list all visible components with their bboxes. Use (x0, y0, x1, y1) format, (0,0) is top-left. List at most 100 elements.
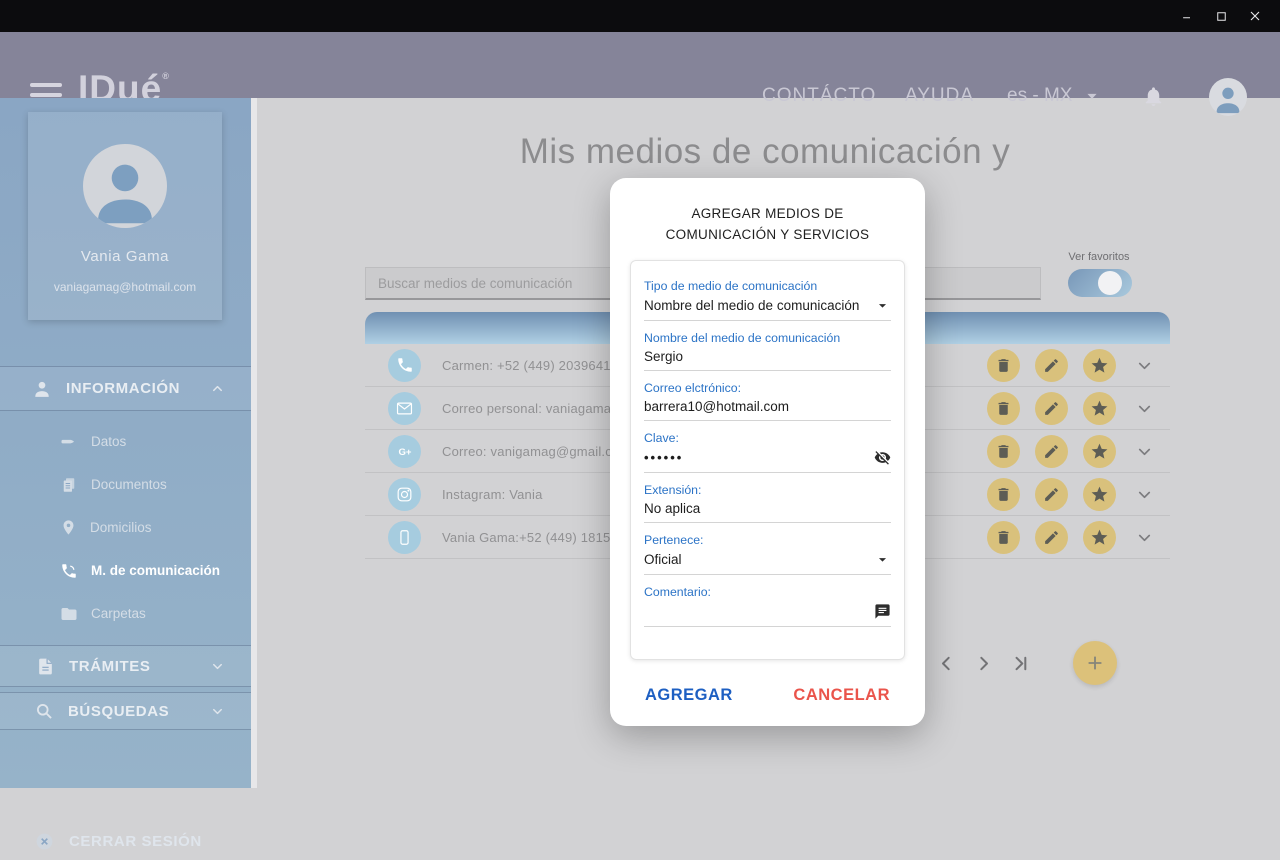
chevron-down-icon (210, 659, 225, 674)
sidebar-item-m-de-comunicaci-n[interactable]: M. de comunicación (0, 549, 251, 592)
sidebar-section-tramites[interactable]: TRÁMITES (0, 645, 251, 687)
form-field: Clave: •••••• (644, 421, 891, 473)
sidebar-item-label: Documentos (91, 477, 167, 492)
last-page-icon[interactable] (1008, 650, 1032, 676)
section-label: INFORMACIÓN (66, 380, 180, 397)
phone-icon (388, 349, 421, 382)
delete-button[interactable] (987, 349, 1020, 382)
field-label: Pertenece: (644, 533, 891, 547)
sidebar: Vania Gama vaniagamag@hotmail.com INFORM… (0, 98, 251, 788)
close-icon[interactable] (1238, 3, 1272, 29)
pagination (934, 650, 1032, 676)
sidebar-informacion-items: Datos Documentos Domicilios M. de comuni… (0, 420, 251, 635)
minimize-icon[interactable] (1170, 3, 1204, 29)
sidebar-item-domicilios[interactable]: Domicilios (0, 506, 251, 549)
favorite-button[interactable] (1083, 478, 1116, 511)
user-avatar[interactable] (1209, 78, 1247, 116)
sidebar-item-datos[interactable]: Datos (0, 420, 251, 463)
field-value[interactable]: •••••• (644, 450, 874, 465)
favorites-toggle[interactable] (1068, 269, 1132, 297)
sidebar-item-label: Carpetas (91, 606, 146, 621)
field-label: Correo elctrónico: (644, 381, 891, 395)
page-title: Mis medios de comunicación y (330, 132, 1200, 172)
edit-button[interactable] (1035, 349, 1068, 382)
field-value[interactable]: barrera10@hotmail.com (644, 399, 891, 414)
edit-button[interactable] (1035, 392, 1068, 425)
field-value[interactable]: Sergio (644, 349, 891, 364)
row-text: Correo personal: vaniagamag@ (442, 401, 632, 416)
edit-button[interactable] (1035, 478, 1068, 511)
window-titlebar (0, 0, 1280, 32)
agregar-button[interactable]: AGREGAR (645, 686, 733, 705)
svg-text:G+: G+ (398, 447, 411, 458)
next-page-icon[interactable] (971, 650, 995, 676)
sidebar-section-busquedas[interactable]: BÚSQUEDAS (0, 692, 251, 730)
row-expand-chevron-icon[interactable] (1131, 528, 1157, 547)
phone-call-icon (60, 562, 78, 580)
sidebar-section-informacion[interactable]: INFORMACIÓN (0, 366, 251, 411)
toggle-knob (1098, 271, 1122, 295)
chevron-up-icon (210, 381, 225, 396)
sidebar-item-documentos[interactable]: Documentos (0, 463, 251, 506)
form-field: Extensión: No aplica (644, 473, 891, 523)
sidebar-item-label: Datos (91, 434, 126, 449)
favorite-button[interactable] (1083, 435, 1116, 468)
folder-icon (60, 605, 78, 623)
field-value[interactable]: No aplica (644, 501, 891, 516)
delete-button[interactable] (987, 521, 1020, 554)
logout-button[interactable]: CERRAR SESIÓN (0, 822, 251, 860)
form-field: Tipo de medio de comunicación Nombre del… (644, 269, 891, 321)
notifications-bell-icon[interactable] (1142, 85, 1165, 111)
delete-button[interactable] (987, 478, 1020, 511)
row-expand-chevron-icon[interactable] (1131, 485, 1157, 504)
favorite-button[interactable] (1083, 392, 1116, 425)
sidebar-divider (251, 98, 257, 788)
row-expand-chevron-icon[interactable] (1131, 356, 1157, 375)
sidebar-item-label: Domicilios (90, 520, 152, 535)
nav-ayuda[interactable]: AYUDA (905, 85, 974, 107)
row-text: Carmen: +52 (449) 2039641 (442, 358, 611, 373)
favorite-button[interactable] (1083, 521, 1116, 554)
comment-icon[interactable] (874, 603, 891, 620)
edit-button[interactable] (1035, 521, 1068, 554)
delete-button[interactable] (987, 392, 1020, 425)
eye-off-icon[interactable] (874, 449, 891, 466)
row-text: Correo: vanigamag@gmail.com (442, 444, 630, 459)
documents-icon (60, 476, 78, 494)
field-label: Nombre del medio de comunicación (644, 331, 891, 345)
form-field: Correo elctrónico: barrera10@hotmail.com (644, 371, 891, 421)
document-icon (36, 657, 55, 676)
edit-button[interactable] (1035, 435, 1068, 468)
favorite-button[interactable] (1083, 349, 1116, 382)
nav-contacto[interactable]: CONTÁCTO (762, 85, 876, 107)
favorites-label: Ver favoritos (1053, 251, 1145, 263)
close-circle-icon (34, 831, 55, 852)
instagram-icon (388, 478, 421, 511)
field-label: Comentario: (644, 585, 891, 599)
logout-label: CERRAR SESIÓN (69, 833, 202, 850)
row-text: Instagram: Vania (442, 487, 543, 502)
profile-email: vaniagamag@hotmail.com (28, 280, 222, 294)
add-communication-modal: AGREGAR MEDIOS DE COMUNICACIÓN Y SERVICI… (610, 178, 925, 726)
pin-icon (60, 519, 77, 536)
modal-title: AGREGAR MEDIOS DE COMUNICACIÓN Y SERVICI… (636, 204, 900, 246)
language-selector[interactable]: es - MX (1007, 85, 1102, 107)
maximize-icon[interactable] (1204, 3, 1238, 29)
cancelar-button[interactable]: CANCELAR (793, 686, 890, 705)
field-value[interactable]: Oficial (644, 552, 874, 567)
profile-name: Vania Gama (28, 248, 222, 265)
field-value[interactable]: Nombre del medio de comunicación (644, 298, 874, 313)
search-icon (34, 701, 54, 721)
profile-card: Vania Gama vaniagamag@hotmail.com (28, 112, 222, 320)
field-label: Tipo de medio de comunicación (644, 279, 891, 293)
modal-actions: AGREGAR CANCELAR (610, 686, 925, 705)
dropdown-caret-icon[interactable] (874, 551, 891, 568)
dropdown-caret-icon[interactable] (874, 297, 891, 314)
language-value: es - MX (1007, 85, 1072, 107)
row-expand-chevron-icon[interactable] (1131, 442, 1157, 461)
delete-button[interactable] (987, 435, 1020, 468)
add-button[interactable] (1073, 641, 1117, 685)
sidebar-item-carpetas[interactable]: Carpetas (0, 592, 251, 635)
previous-page-icon[interactable] (934, 650, 958, 676)
row-expand-chevron-icon[interactable] (1131, 399, 1157, 418)
